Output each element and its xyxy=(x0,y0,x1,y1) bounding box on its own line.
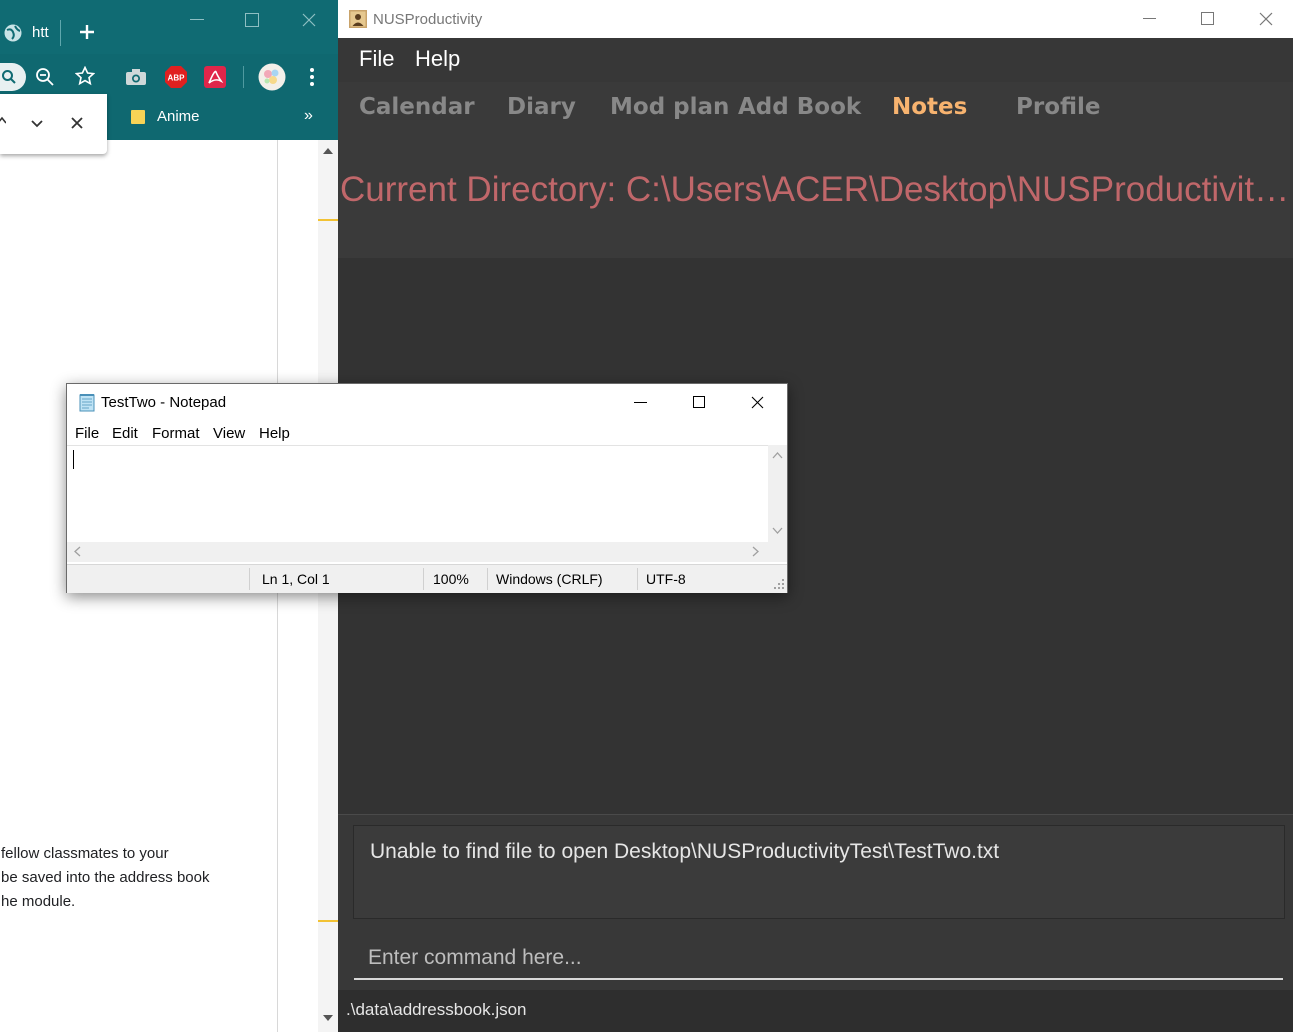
acrobat-icon[interactable] xyxy=(204,66,226,88)
minimize-icon[interactable] xyxy=(190,19,204,21)
cursor-position: Ln 1, Col 1 xyxy=(262,571,330,587)
status-separator xyxy=(423,568,424,590)
notepad-menu-view[interactable]: View xyxy=(213,425,245,442)
notepad-horizontal-scrollbar[interactable] xyxy=(67,542,768,562)
line-endings: Windows (CRLF) xyxy=(496,571,603,587)
chrome-menu-icon[interactable] xyxy=(309,67,315,87)
notepad-menu-edit[interactable]: Edit xyxy=(112,425,138,442)
scroll-left-icon[interactable] xyxy=(74,546,81,557)
toolbar-separator xyxy=(243,66,244,88)
notepad-text-area[interactable] xyxy=(67,445,768,543)
command-input[interactable] xyxy=(354,938,1283,980)
tab-separator xyxy=(60,20,61,46)
page-text-line: be saved into the address book xyxy=(1,869,210,886)
scroll-down-icon[interactable] xyxy=(772,527,783,534)
tab-profile[interactable]: Profile xyxy=(1016,94,1101,120)
lens-icon xyxy=(1,69,17,85)
app-maximize-icon[interactable] xyxy=(1201,12,1214,25)
search-lens-chip[interactable] xyxy=(0,63,26,91)
result-display-box: Unable to find file to open Desktop\NUSP… xyxy=(353,825,1285,919)
notepad-minimize-icon[interactable] xyxy=(634,402,647,404)
app-minimize-icon[interactable] xyxy=(1143,18,1156,20)
adblock-icon[interactable]: ABP xyxy=(164,65,188,89)
result-message: Unable to find file to open Desktop\NUSP… xyxy=(370,840,1000,863)
chrome-tab-title[interactable]: htt xyxy=(32,24,49,41)
bookmarks-overflow-icon[interactable]: » xyxy=(304,107,313,125)
current-directory-label: Current Directory: C:\Users\ACER\Desktop… xyxy=(340,170,1293,209)
notepad-close-icon[interactable] xyxy=(751,396,764,409)
folder-icon xyxy=(130,109,146,125)
status-separator xyxy=(487,568,488,590)
bookmark-anime[interactable]: Anime xyxy=(157,108,200,125)
tab-diary[interactable]: Diary xyxy=(507,94,576,120)
find-match-marker xyxy=(318,219,338,221)
app-title: NUSProductivity xyxy=(373,11,483,28)
notepad-vertical-scrollbar[interactable] xyxy=(768,445,787,542)
tab-add-book[interactable]: Add Book xyxy=(738,94,861,120)
page-text-line: fellow classmates to your xyxy=(1,845,169,862)
camera-extension-icon[interactable] xyxy=(125,67,147,87)
close-icon[interactable] xyxy=(302,13,316,27)
find-next-icon[interactable] xyxy=(31,120,43,128)
find-match-marker xyxy=(318,920,338,922)
notepad-status-bar: Ln 1, Col 1 100% Windows (CRLF) UTF-8 xyxy=(67,564,787,593)
tab-calendar[interactable]: Calendar xyxy=(359,94,475,120)
notepad-menu-help[interactable]: Help xyxy=(259,425,290,442)
result-display-area: Unable to find file to open Desktop\NUSP… xyxy=(338,814,1293,927)
find-bar xyxy=(0,94,107,154)
notepad-title: TestTwo - Notepad xyxy=(101,394,227,411)
scroll-down-icon[interactable] xyxy=(323,1015,333,1021)
status-separator xyxy=(637,568,638,590)
page-text-line: he module. xyxy=(1,893,76,910)
notepad-maximize-icon[interactable] xyxy=(693,396,705,408)
notepad-icon xyxy=(78,394,96,412)
bookmark-star-icon[interactable] xyxy=(75,66,95,86)
menu-file[interactable]: File xyxy=(359,46,394,72)
status-separator xyxy=(249,568,250,590)
menu-help[interactable]: Help xyxy=(415,46,460,72)
resize-grip-icon[interactable] xyxy=(774,579,784,589)
zoom-level: 100% xyxy=(433,571,469,587)
app-close-icon[interactable] xyxy=(1259,12,1273,26)
new-tab-icon[interactable] xyxy=(78,23,96,41)
svg-text:ABP: ABP xyxy=(168,74,186,83)
tab-mod-plan[interactable]: Mod plan xyxy=(610,94,729,120)
find-previous-icon[interactable] xyxy=(0,116,6,124)
globe-icon xyxy=(3,23,23,43)
directory-panel: Current Directory: C:\Users\ACER\Desktop… xyxy=(338,134,1293,258)
scroll-up-icon[interactable] xyxy=(323,148,333,154)
chrome-titlebar: htt xyxy=(0,0,338,54)
app-logo-icon xyxy=(349,10,367,28)
app-status-bar: .\data\addressbook.json xyxy=(338,990,1293,1032)
maximize-icon[interactable] xyxy=(245,13,259,27)
app-tabbar: Calendar Diary Mod plan Add Book Notes P… xyxy=(338,82,1293,134)
tab-notes[interactable]: Notes xyxy=(892,94,967,120)
notepad-menu-file[interactable]: File xyxy=(75,425,99,442)
app-menubar: File Help xyxy=(338,38,1293,82)
profile-avatar-icon[interactable] xyxy=(258,63,286,91)
notepad-window: TestTwo - Notepad File Edit Format View … xyxy=(66,383,788,593)
app-titlebar: NUSProductivity xyxy=(338,0,1293,39)
find-close-icon[interactable] xyxy=(71,117,83,129)
encoding: UTF-8 xyxy=(646,571,686,587)
notepad-menu-format[interactable]: Format xyxy=(152,425,200,442)
scroll-right-icon[interactable] xyxy=(752,546,759,557)
scrollbar-corner xyxy=(768,542,787,562)
command-box xyxy=(338,926,1293,990)
text-caret xyxy=(73,450,74,469)
page-paragraph: fellow classmates to your be saved into … xyxy=(1,842,276,914)
zoom-icon[interactable] xyxy=(35,67,55,87)
scroll-up-icon[interactable] xyxy=(772,452,783,459)
save-location-path: .\data\addressbook.json xyxy=(346,1000,527,1019)
